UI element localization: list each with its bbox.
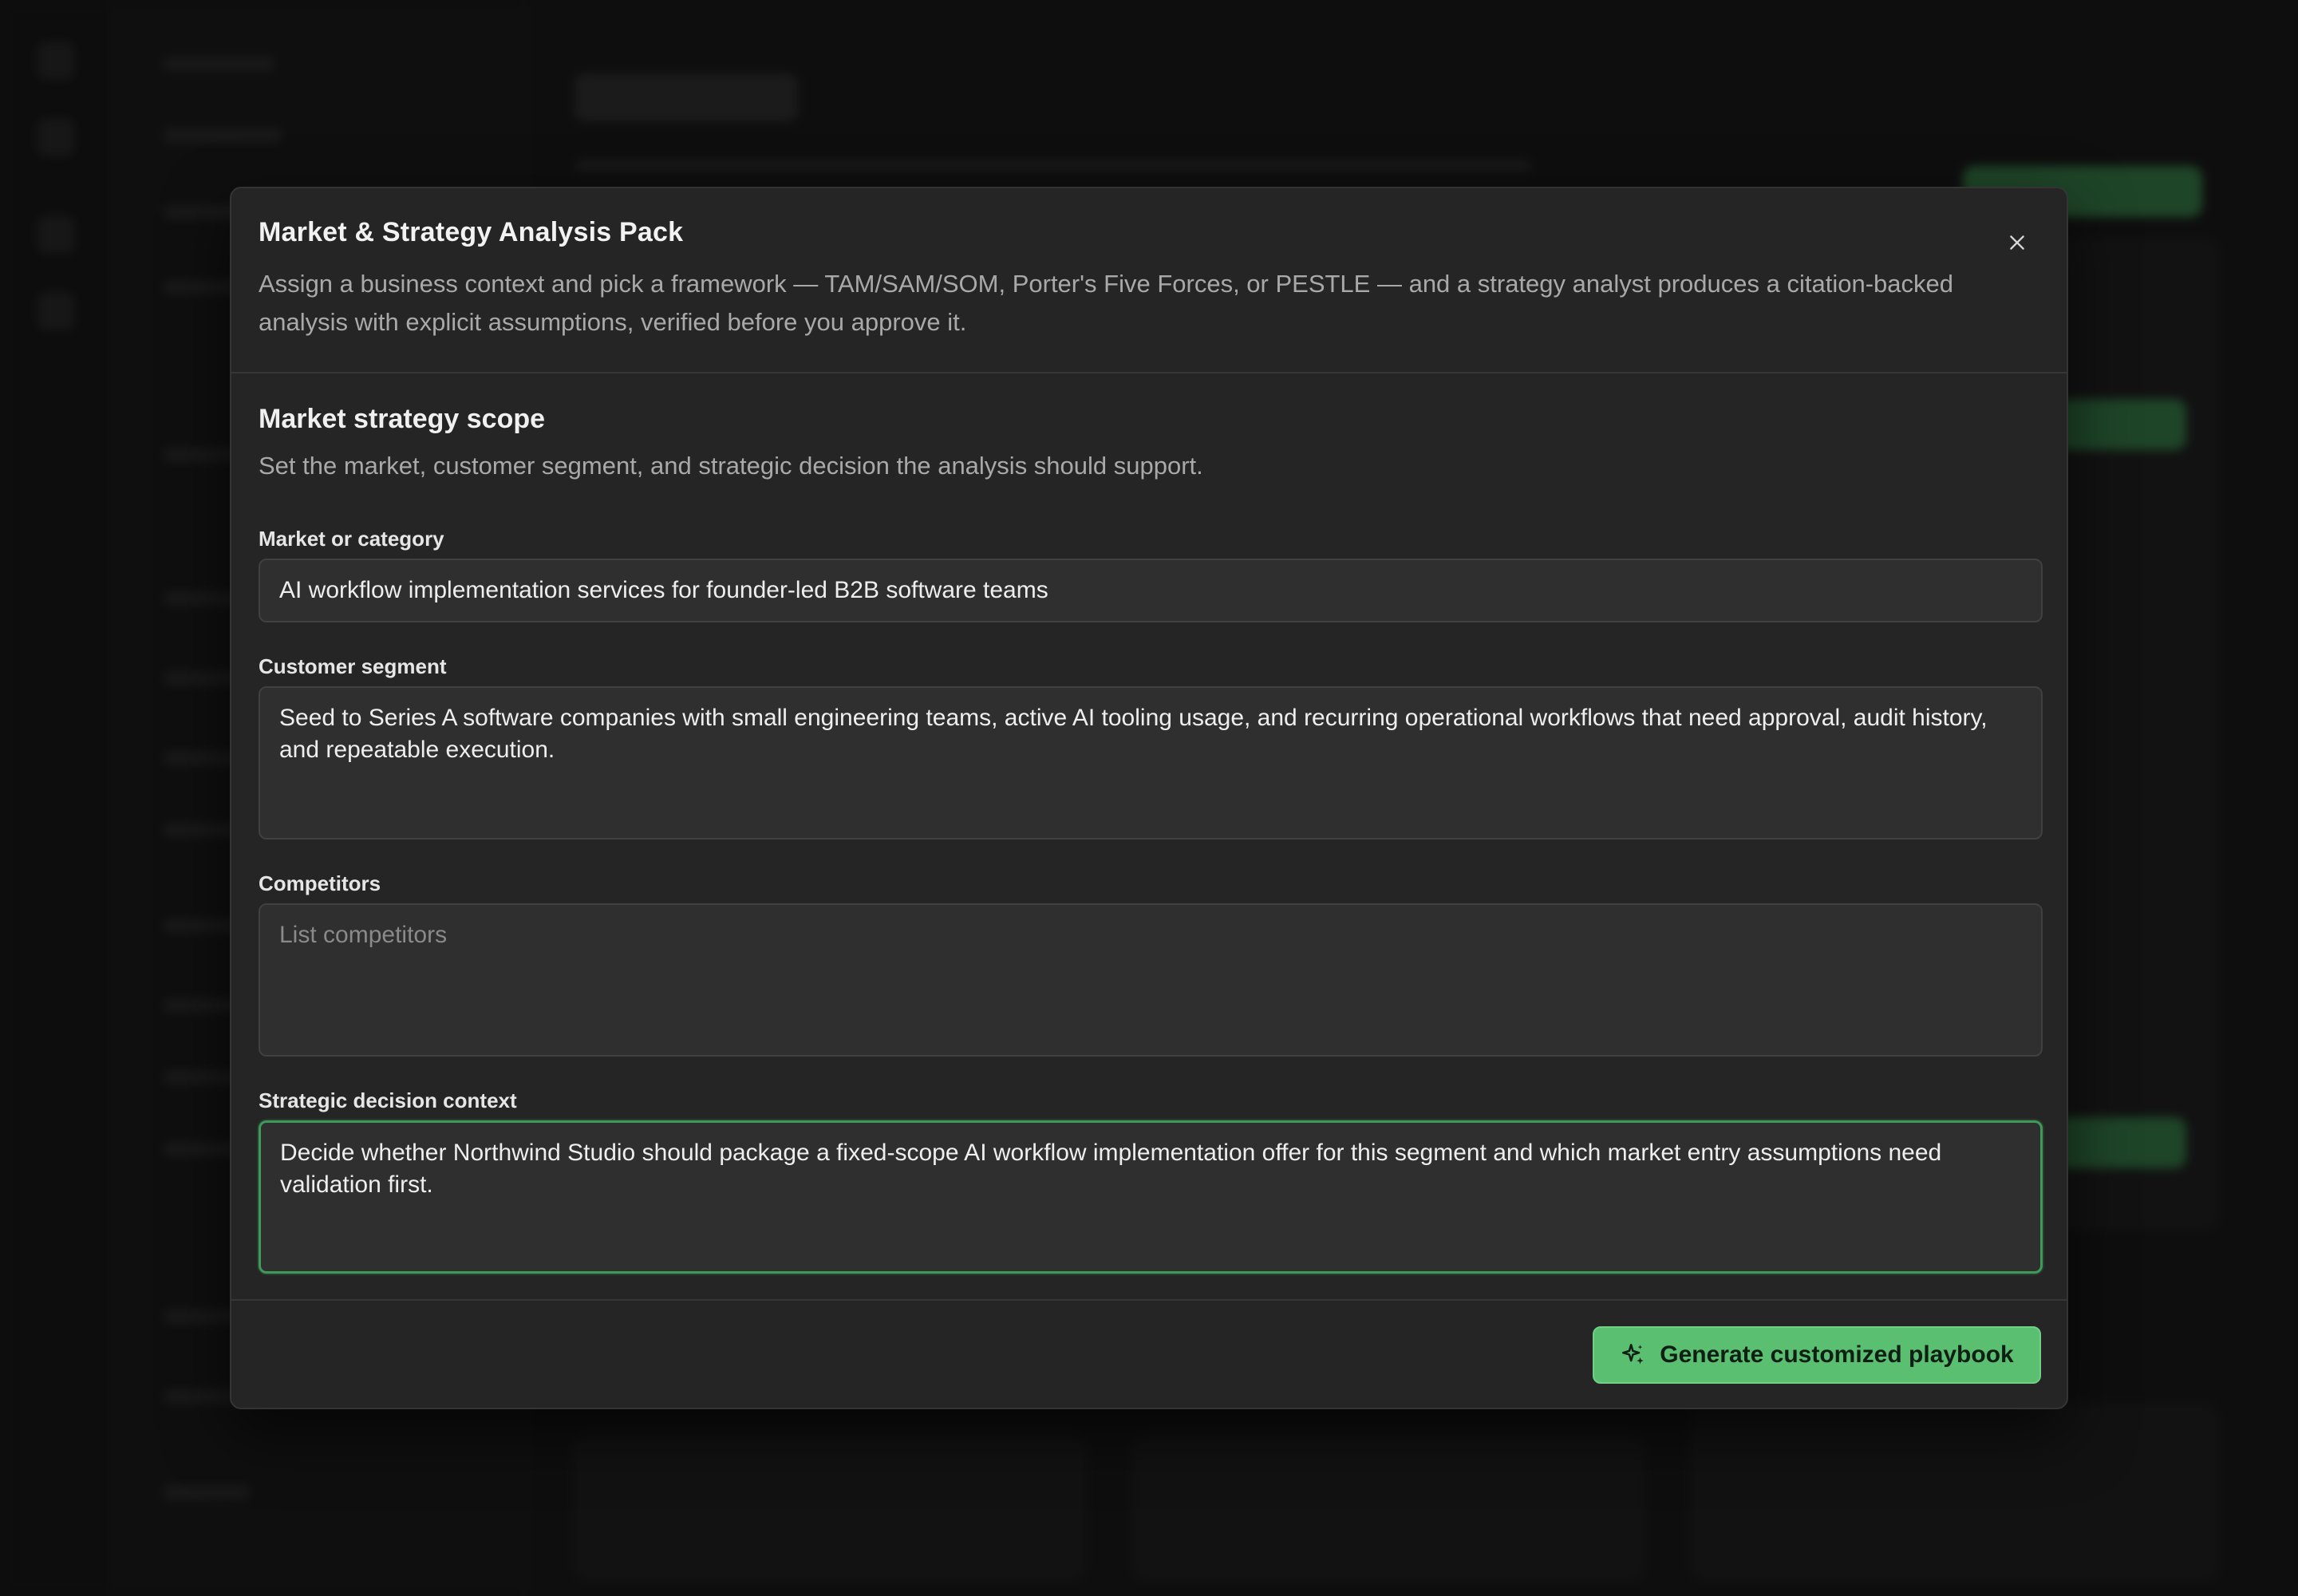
modal-header: Market & Strategy Analysis Pack Assign a… bbox=[231, 188, 2067, 373]
modal-description: Assign a business context and pick a fra… bbox=[259, 270, 1953, 336]
decision-label: Strategic decision context bbox=[259, 1088, 517, 1112]
analysis-pack-modal: Market & Strategy Analysis Pack Assign a… bbox=[230, 187, 2068, 1409]
sparkles-icon bbox=[1622, 1343, 1645, 1365]
segment-label: Customer segment bbox=[259, 654, 447, 678]
section-title: Market strategy scope bbox=[259, 404, 546, 434]
close-icon bbox=[2010, 235, 2024, 250]
market-input[interactable] bbox=[259, 559, 2043, 622]
competitors-textarea[interactable] bbox=[259, 903, 2043, 1057]
generate-playbook-label: Generate customized playbook bbox=[1660, 1341, 2014, 1368]
modal-title: Market & Strategy Analysis Pack bbox=[259, 217, 684, 247]
market-label: Market or category bbox=[259, 527, 444, 551]
decision-textarea[interactable] bbox=[259, 1120, 2043, 1274]
modal-footer: Generate customized playbook bbox=[231, 1299, 2067, 1408]
close-button[interactable] bbox=[2000, 225, 2035, 260]
generate-playbook-button[interactable]: Generate customized playbook bbox=[1593, 1326, 2041, 1384]
competitors-label: Competitors bbox=[259, 871, 381, 895]
section-description: Set the market, customer segment, and st… bbox=[259, 452, 1203, 480]
segment-textarea[interactable] bbox=[259, 686, 2043, 839]
